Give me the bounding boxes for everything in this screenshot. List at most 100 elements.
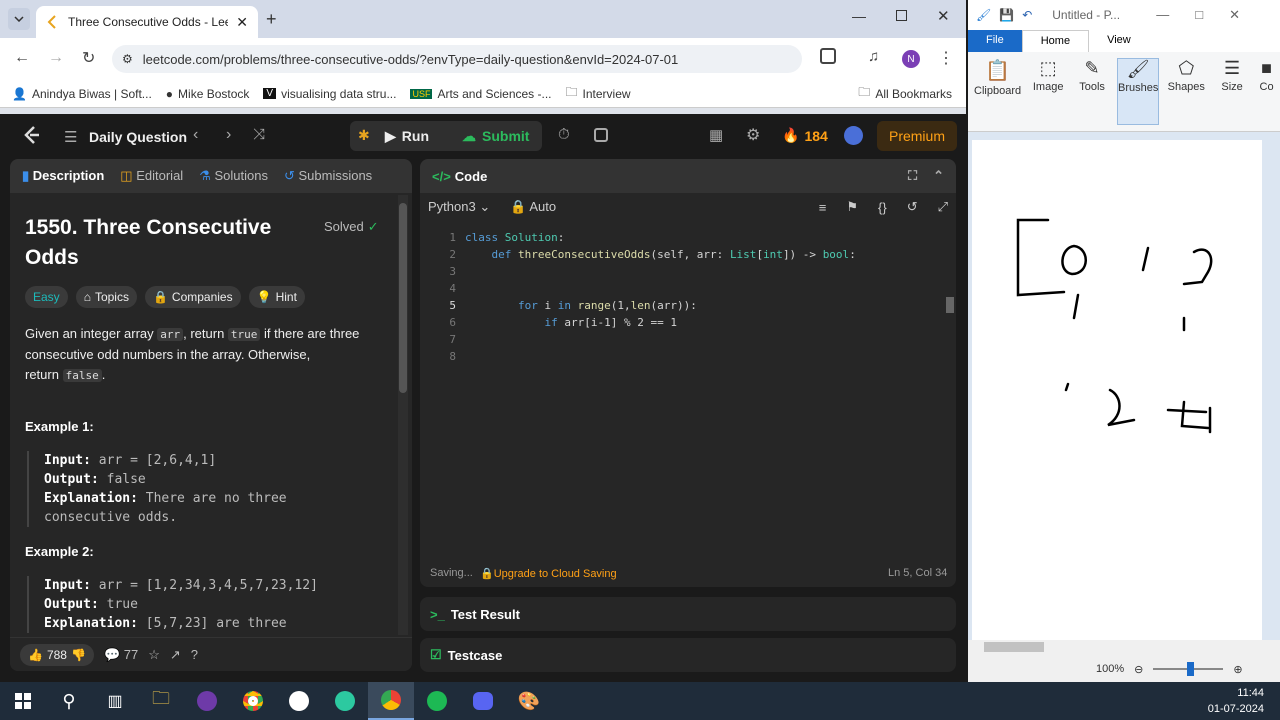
all-bookmarks-folder[interactable]: 🗀 All Bookmarks — [858, 83, 952, 104]
run-button[interactable]: ▶ Run — [385, 121, 429, 151]
collapse-icon[interactable]: ⌃ — [933, 168, 944, 184]
zoom-in-icon[interactable]: ⊕ — [1233, 663, 1242, 676]
forward-icon[interactable]: → — [48, 49, 64, 67]
streak-counter[interactable]: 🔥 184 — [782, 127, 828, 144]
notes-icon[interactable] — [594, 128, 608, 142]
app-button[interactable] — [276, 682, 322, 720]
tab-solutions[interactable]: ⚗ Solutions — [199, 168, 268, 184]
comments-button[interactable]: 💬 77 — [104, 647, 138, 663]
system-clock[interactable]: 11:44 01-07-2024 — [1208, 685, 1264, 717]
testcase-panel[interactable]: ☑ Testcase — [420, 638, 956, 672]
language-select[interactable]: Python3 ⌄ — [428, 199, 490, 215]
favorite-star-icon[interactable]: ☆ — [148, 647, 160, 663]
like-button[interactable]: 👍 788 👎 — [20, 643, 94, 666]
scrollbar-thumb[interactable] — [984, 642, 1044, 652]
settings-gear-icon[interactable]: ⚙ — [746, 125, 760, 145]
window-controls[interactable]: —□✕ — [1156, 7, 1266, 23]
task-view-button[interactable]: ▥ — [92, 682, 138, 720]
prev-problem-icon[interactable]: ‹ — [193, 126, 198, 144]
paint-view-tab[interactable]: View — [1089, 30, 1149, 52]
profile-avatar[interactable]: N — [902, 50, 920, 68]
hint-chip[interactable]: 💡 Hint — [248, 286, 305, 308]
fullscreen-icon[interactable]: ⤢ — [938, 199, 948, 215]
discord-button[interactable] — [460, 682, 506, 720]
colors-group[interactable]: ■ Co — [1257, 58, 1276, 125]
zoom-slider[interactable] — [1153, 662, 1224, 676]
shapes-group[interactable]: ⬠ Shapes — [1165, 58, 1207, 125]
site-info-icon[interactable]: ⚙ — [122, 52, 133, 66]
tab-submissions[interactable]: ↺ Submissions — [284, 168, 372, 184]
reload-icon[interactable]: ↻ — [82, 48, 95, 68]
user-avatar[interactable] — [844, 126, 863, 145]
back-icon[interactable]: ← — [14, 49, 30, 67]
tab-search-button[interactable] — [8, 8, 30, 30]
tools-group[interactable]: ✎ Tools — [1073, 58, 1111, 125]
minimize-button[interactable]: — — [852, 8, 866, 24]
paint-canvas[interactable] — [972, 140, 1262, 640]
start-button[interactable] — [0, 682, 46, 720]
size-group[interactable]: ☰ Size — [1213, 58, 1251, 125]
leetcode-logo-icon[interactable] — [22, 125, 40, 145]
bookmark-item[interactable]: USF Arts and Sciences -... — [410, 87, 552, 101]
topics-chip[interactable]: ⌂ Topics — [75, 286, 137, 308]
horizontal-scrollbar[interactable] — [968, 640, 1280, 656]
description-scrollbar[interactable] — [398, 195, 408, 635]
code-editor[interactable]: class Solution: def threeConsecutiveOdds… — [465, 229, 856, 365]
upgrade-cloud-saving-link[interactable]: 🔒Upgrade to Cloud Saving — [480, 567, 617, 580]
bookmark-item[interactable]: Vvisualising data stru... — [263, 87, 396, 101]
new-tab-button[interactable]: + — [266, 9, 277, 30]
chrome-button[interactable] — [230, 682, 276, 720]
tab-editorial[interactable]: ◫ Editorial — [120, 168, 183, 184]
shuffle-icon[interactable]: ⤨ — [253, 126, 265, 143]
test-result-panel[interactable]: >_ Test Result — [420, 597, 956, 631]
bookmark-folder[interactable]: 🗀 Interview — [566, 83, 631, 104]
spotify-button[interactable] — [414, 682, 460, 720]
url-omnibox[interactable]: ⚙ leetcode.com/problems/three-consecutiv… — [112, 45, 802, 73]
problem-list-icon[interactable]: ☰ — [64, 128, 77, 146]
maximize-button[interactable] — [896, 10, 907, 21]
format-lines-icon[interactable]: ≡ — [819, 200, 827, 215]
scrollbar-thumb[interactable] — [399, 203, 407, 393]
paint-taskbar-button[interactable]: 🎨 — [506, 682, 552, 720]
share-icon[interactable]: ↗ — [170, 647, 181, 663]
browser-menu-icon[interactable]: ⋮ — [938, 48, 954, 68]
layout-grid-icon[interactable]: ▦ — [709, 126, 723, 144]
submit-button[interactable]: ☁ Submit — [462, 121, 529, 151]
tab-description[interactable]: ▮ Description — [22, 168, 104, 184]
file-explorer-button[interactable]: 🗀 — [138, 682, 184, 720]
zoom-out-icon[interactable]: ⊖ — [1134, 663, 1143, 676]
braces-icon[interactable]: {} — [878, 200, 887, 215]
daily-question-link[interactable]: Daily Question — [89, 129, 187, 145]
media-control-icon[interactable]: ♫ — [868, 48, 879, 65]
close-window-button[interactable]: ✕ — [937, 7, 950, 25]
reset-icon[interactable]: ↺ — [907, 199, 918, 215]
extensions-icon[interactable] — [820, 48, 836, 64]
search-button[interactable]: ⚲ — [46, 682, 92, 720]
next-problem-icon[interactable]: › — [226, 126, 231, 144]
auto-mode-toggle[interactable]: 🔒 Auto — [510, 199, 556, 215]
paint-file-tab[interactable]: File — [968, 30, 1022, 52]
image-group[interactable]: ⬚ Image — [1029, 58, 1067, 125]
debug-icon[interactable]: ✱ — [358, 127, 370, 144]
thumbs-down-icon[interactable]: 👎 — [71, 648, 86, 662]
bookmark-item[interactable]: ● Mike Bostock — [166, 87, 250, 101]
premium-button[interactable]: Premium — [877, 121, 957, 151]
bookmark-icon[interactable]: ⚑ — [846, 199, 858, 215]
zoom-slider-thumb[interactable] — [1187, 662, 1195, 676]
undo-icon[interactable]: ↶ — [1022, 8, 1032, 22]
editor-scrollbar-thumb[interactable] — [946, 297, 954, 313]
clipboard-group[interactable]: 📋 Clipboard — [972, 58, 1023, 125]
help-icon[interactable]: ? — [191, 647, 198, 662]
companies-chip[interactable]: 🔒 Companies — [144, 286, 241, 308]
brushes-group[interactable]: 🖌 Brushes — [1117, 58, 1160, 125]
bookmark-item[interactable]: 👤 Anindya Biwas | Soft... — [12, 87, 152, 101]
chrome-profile-button[interactable] — [368, 682, 414, 720]
save-icon[interactable]: 💾 — [999, 8, 1014, 22]
browser-tab-active[interactable]: Three Consecutive Odds - LeetC ✕ — [36, 6, 258, 38]
paint-home-tab[interactable]: Home — [1021, 30, 1090, 52]
close-tab-icon[interactable]: ✕ — [236, 14, 248, 31]
app-button[interactable] — [322, 682, 368, 720]
timer-icon[interactable]: ⏱ — [558, 126, 570, 143]
expand-icon[interactable]: ⛶ — [908, 168, 917, 184]
github-desktop-button[interactable] — [184, 682, 230, 720]
